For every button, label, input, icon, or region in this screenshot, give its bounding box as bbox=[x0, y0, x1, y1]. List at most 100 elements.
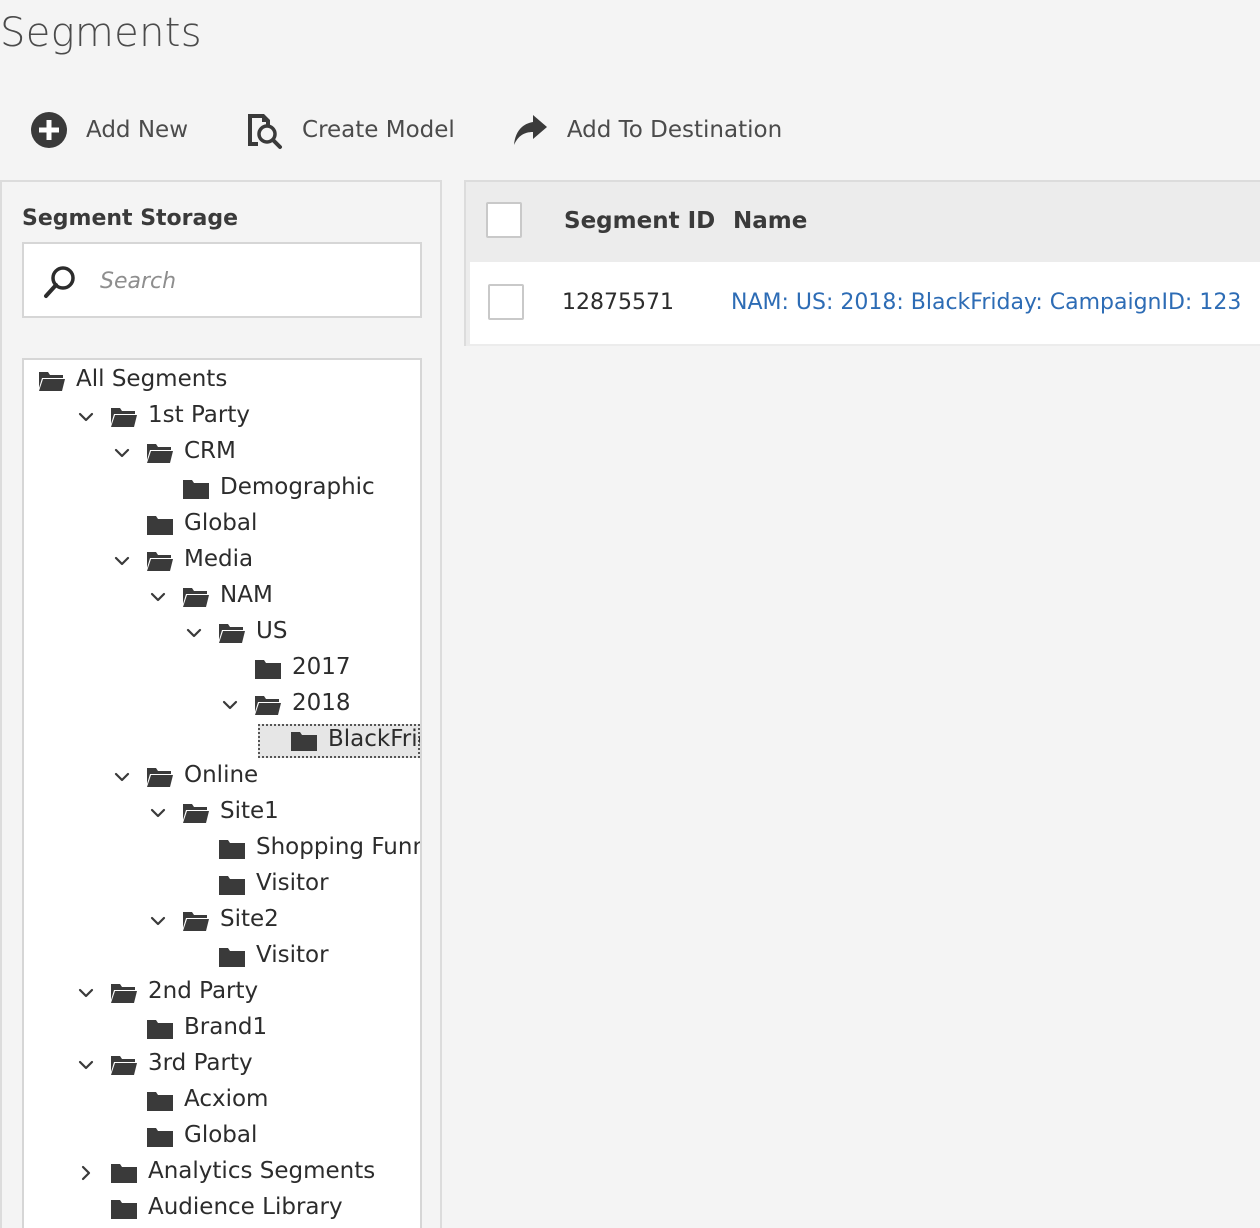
tree-node-label: Demographic bbox=[220, 474, 375, 500]
folder-open-icon bbox=[147, 552, 173, 571]
chevron-down-icon[interactable] bbox=[150, 805, 166, 821]
tree-node[interactable]: Site2 bbox=[24, 904, 420, 938]
chevron-down-icon[interactable] bbox=[150, 589, 166, 605]
tree-node-label: NAM bbox=[220, 582, 273, 608]
tree-node-label: US bbox=[256, 618, 288, 644]
folder-icon bbox=[111, 1200, 137, 1219]
segment-tree: All Segments 1st Party CRM Demographic Globa… bbox=[22, 358, 422, 1228]
tree-node[interactable]: BlackFriday bbox=[24, 724, 420, 758]
folder-open-icon bbox=[183, 804, 209, 823]
tree-node[interactable]: 3rd Party bbox=[24, 1048, 420, 1082]
tree-node-label: 1st Party bbox=[148, 402, 250, 428]
chevron-down-icon[interactable] bbox=[150, 913, 166, 929]
chevron-down-icon[interactable] bbox=[78, 409, 94, 425]
folder-open-icon bbox=[111, 408, 137, 427]
panel-title: Segment Storage bbox=[22, 206, 239, 231]
page-title: Segments bbox=[0, 10, 202, 56]
tree-node[interactable]: Online bbox=[24, 760, 420, 794]
add-to-destination-label: Add To Destination bbox=[566, 117, 783, 143]
add-to-destination-button[interactable]: Add To Destination bbox=[511, 111, 782, 149]
folder-open-icon bbox=[219, 624, 245, 643]
tree-node[interactable]: Global bbox=[24, 1120, 420, 1154]
tree-node-label: CRM bbox=[184, 438, 236, 464]
row-checkbox[interactable] bbox=[488, 284, 524, 320]
tree-node[interactable]: Acxiom bbox=[24, 1084, 420, 1118]
tree-node[interactable]: All Segments bbox=[24, 364, 420, 398]
chevron-down-icon[interactable] bbox=[114, 769, 130, 785]
share-arrow-icon bbox=[513, 115, 547, 145]
folder-icon bbox=[219, 840, 245, 859]
tree-node-label: 2nd Party bbox=[148, 978, 259, 1004]
create-model-button[interactable]: Create Model bbox=[244, 110, 455, 150]
tree-node[interactable]: Site1 bbox=[24, 796, 420, 830]
select-all-checkbox[interactable] bbox=[486, 202, 522, 238]
tree-node[interactable]: 2nd Party bbox=[24, 976, 420, 1010]
chevron-down-icon[interactable] bbox=[114, 445, 130, 461]
folder-open-icon bbox=[39, 372, 65, 391]
search-icon bbox=[44, 266, 75, 298]
search-box bbox=[22, 242, 422, 318]
tree-node[interactable]: NAM bbox=[24, 580, 420, 614]
search-input[interactable] bbox=[98, 262, 402, 300]
segments-table: Segment ID Name 12875571 NAM: US: 2018: … bbox=[464, 180, 1260, 346]
folder-icon bbox=[147, 516, 173, 535]
tree-node-label: Acxiom bbox=[184, 1086, 269, 1112]
folder-icon bbox=[219, 876, 245, 895]
folder-open-icon bbox=[147, 444, 173, 463]
tree-node[interactable]: 1st Party bbox=[24, 400, 420, 434]
folder-open-icon bbox=[111, 1056, 137, 1075]
toolbar: Add New Create Model Add To Destination bbox=[30, 106, 838, 154]
tree-node[interactable]: Media bbox=[24, 544, 420, 578]
tree-node[interactable]: US bbox=[24, 616, 420, 650]
add-new-label: Add New bbox=[86, 117, 189, 143]
chevron-down-icon[interactable] bbox=[222, 697, 238, 713]
folder-icon bbox=[147, 1128, 173, 1147]
tree-node-label: Analytics Segments bbox=[148, 1158, 376, 1184]
tree-node-label: 2017 bbox=[292, 654, 351, 680]
segments-page: Segments Add New Create Model Add To Des… bbox=[0, 0, 1260, 1228]
segment-id-cell: 12875571 bbox=[562, 290, 674, 315]
folder-icon bbox=[147, 1092, 173, 1111]
tree-node-label: Visitor bbox=[256, 942, 329, 968]
tree-node[interactable]: CRM bbox=[24, 436, 420, 470]
tree-node-label: Site2 bbox=[220, 906, 279, 932]
add-new-button[interactable]: Add New bbox=[30, 111, 188, 149]
chevron-down-icon[interactable] bbox=[78, 985, 94, 1001]
tree-node[interactable]: Global bbox=[24, 508, 420, 542]
tree-node[interactable]: Visitor bbox=[24, 868, 420, 902]
folder-open-icon bbox=[111, 984, 137, 1003]
tree-node-label: Brand1 bbox=[184, 1014, 268, 1040]
folder-icon bbox=[147, 1020, 173, 1039]
folder-icon bbox=[183, 480, 209, 499]
segment-name-link[interactable]: NAM: US: 2018: BlackFriday: CampaignID: … bbox=[731, 290, 1241, 315]
chevron-down-icon[interactable] bbox=[186, 625, 202, 641]
column-header-name[interactable]: Name bbox=[733, 208, 807, 234]
create-model-label: Create Model bbox=[302, 117, 455, 143]
folder-icon bbox=[255, 660, 281, 679]
tree-node[interactable]: Visitor bbox=[24, 940, 420, 974]
tree-node[interactable]: 2017 bbox=[24, 652, 420, 686]
column-header-segment-id[interactable]: Segment ID bbox=[564, 208, 715, 234]
tree-node[interactable]: Shopping Funnel bbox=[24, 832, 420, 866]
chevron-down-icon[interactable] bbox=[114, 553, 130, 569]
document-search-icon bbox=[248, 114, 283, 149]
chevron-down-icon[interactable] bbox=[78, 1057, 94, 1073]
tree-node-label: Audience Library bbox=[148, 1194, 343, 1220]
segment-storage-panel: Segment Storage All Segments 1st Party CRM… bbox=[0, 180, 442, 1228]
tree-node[interactable]: Audience Library bbox=[24, 1192, 420, 1226]
tree-node-label: 2018 bbox=[292, 690, 351, 716]
plus-circle-icon bbox=[31, 112, 67, 148]
folder-open-icon bbox=[183, 588, 209, 607]
table-row[interactable]: 12875571 NAM: US: 2018: BlackFriday: Cam… bbox=[470, 262, 1260, 344]
folder-icon bbox=[111, 1164, 137, 1183]
tree-node[interactable]: Analytics Segments bbox=[24, 1156, 420, 1190]
tree-node[interactable]: Brand1 bbox=[24, 1012, 420, 1046]
chevron-right-icon[interactable] bbox=[78, 1165, 94, 1181]
tree-node-label: Global bbox=[184, 510, 258, 536]
tree-node[interactable]: Demographic bbox=[24, 472, 420, 506]
tree-node-label: Media bbox=[184, 546, 254, 572]
folder-open-icon bbox=[255, 696, 281, 715]
tree-node[interactable]: 2018 bbox=[24, 688, 420, 722]
tree-node-label: Online bbox=[184, 762, 259, 788]
table-header: Segment ID Name bbox=[466, 182, 1260, 260]
